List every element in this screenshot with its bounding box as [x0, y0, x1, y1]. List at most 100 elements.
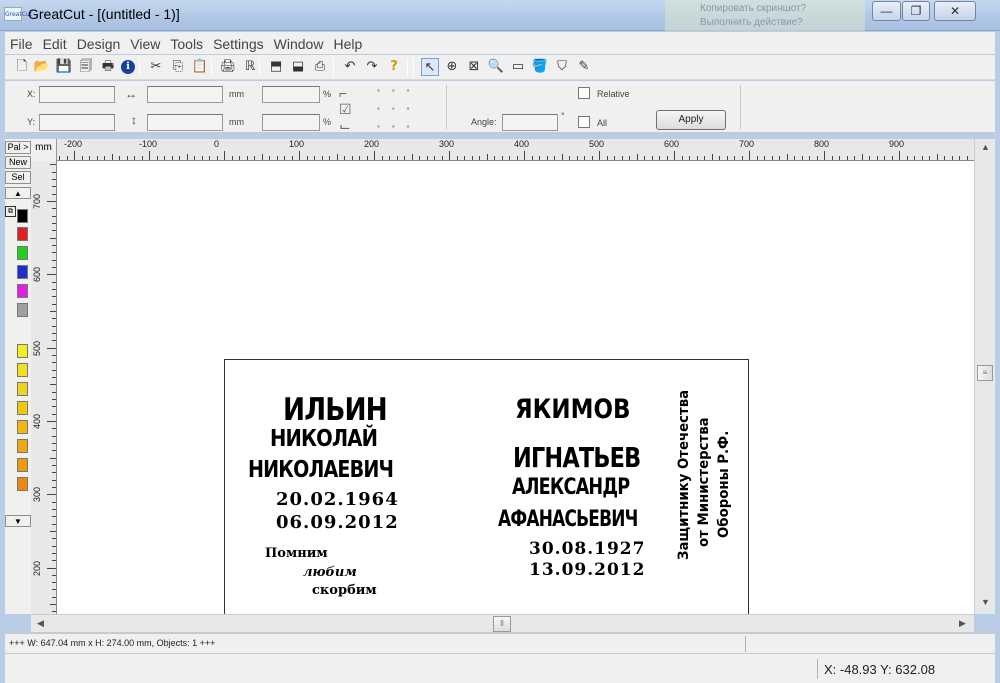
y-input[interactable] — [39, 114, 115, 131]
x-input[interactable] — [39, 86, 115, 103]
ruler-tick — [794, 156, 795, 160]
measure-icon[interactable]: ▭ — [509, 58, 527, 76]
select-layer-button[interactable]: Sel — [5, 171, 31, 184]
color-swatch[interactable] — [17, 420, 28, 434]
color-swatch[interactable] — [17, 439, 28, 453]
palette-button[interactable]: Pal > — [5, 141, 31, 154]
color-swatch[interactable] — [17, 265, 28, 279]
layer-copy-icon[interactable]: ⧉ — [5, 206, 16, 217]
apply-button[interactable]: Apply — [656, 110, 726, 130]
redo-icon[interactable]: ↷ — [363, 58, 381, 76]
fill-icon[interactable]: 🪣 — [531, 58, 549, 76]
zoom-icon[interactable]: 🔍 — [487, 58, 505, 76]
proportion-lock-icon[interactable]: ⌐ ☑ ⌙ — [339, 85, 352, 135]
vertical-scroll-thumb[interactable]: ≡ — [977, 365, 993, 381]
all-checkbox[interactable] — [578, 116, 590, 128]
palette-up-icon[interactable]: ▲ — [5, 187, 31, 199]
menu-window[interactable]: Window — [269, 32, 329, 52]
save-icon[interactable]: 💾 — [55, 58, 73, 76]
scroll-down-icon[interactable]: ▼ — [981, 597, 990, 607]
vertical-ruler: 700 600 500 400 300 200 — [31, 161, 57, 614]
ruler-tick — [47, 201, 56, 202]
new-layer-button[interactable]: New — [5, 156, 31, 169]
ruler-tick — [276, 156, 278, 160]
menu-design[interactable]: Design — [72, 32, 126, 52]
angle-input[interactable] — [502, 114, 558, 131]
palette-down-icon[interactable]: ▼ — [5, 515, 31, 527]
copy-icon[interactable]: ⎘ — [169, 58, 187, 76]
height-input[interactable] — [147, 114, 223, 131]
menu-view[interactable]: View — [125, 32, 165, 52]
color-swatch[interactable] — [17, 401, 28, 415]
plot-icon[interactable]: ⎙ — [311, 58, 329, 76]
horizontal-scrollbar[interactable]: ◀ ⦀ ▶ — [31, 614, 974, 632]
scroll-right-icon[interactable]: ▶ — [959, 618, 966, 629]
anchor-grid[interactable]: ▪▪▪ ▪▪▪ ▪▪▪ — [377, 86, 422, 131]
menu-edit[interactable]: Edit — [38, 32, 72, 52]
ruler-tick — [764, 156, 765, 160]
relative-checkbox[interactable] — [578, 87, 590, 99]
ruler-tick — [396, 156, 398, 160]
ruler-tick — [411, 154, 413, 160]
ruler-tick — [681, 156, 683, 160]
ruler-label: 600 — [664, 139, 680, 149]
color-swatch[interactable] — [17, 209, 28, 223]
died-right: 13.09.2012 — [529, 560, 646, 580]
color-swatch[interactable] — [17, 458, 28, 472]
help-icon[interactable]: ? — [385, 58, 403, 76]
new-document-icon[interactable]: 🗋 — [13, 58, 31, 76]
open-icon[interactable]: 📂 — [33, 58, 51, 76]
ruler-tick — [52, 582, 56, 584]
color-swatch[interactable] — [17, 303, 28, 317]
export-icon[interactable]: ⬓ — [289, 58, 307, 76]
ruler-tick — [209, 156, 210, 160]
crosshair-icon[interactable]: ⊕ — [443, 58, 461, 76]
ruler-tick — [50, 530, 56, 532]
ruler-tick — [786, 154, 788, 160]
menu-file[interactable]: File — [5, 32, 38, 52]
shield-icon[interactable]: ⛉ — [553, 58, 571, 76]
ruler-tick — [816, 156, 818, 160]
close-button[interactable]: ✕ — [934, 1, 976, 21]
ruler-tick — [921, 156, 923, 160]
zoom-frame-icon[interactable]: ⊠ — [465, 58, 483, 76]
height-percent-input[interactable] — [262, 114, 320, 131]
rename-icon[interactable]: ℝ — [241, 58, 259, 76]
select-arrow-icon[interactable]: ↖ — [421, 58, 439, 76]
minimize-button[interactable]: — — [872, 1, 901, 21]
cut-icon[interactable]: ✂ — [147, 58, 165, 76]
ruler-tick — [824, 151, 825, 160]
color-swatch[interactable] — [17, 363, 28, 377]
import-icon[interactable]: ⬒ — [267, 58, 285, 76]
color-swatch[interactable] — [17, 382, 28, 396]
width-input[interactable] — [147, 86, 223, 103]
menu-help[interactable]: Help — [328, 32, 367, 52]
horizontal-scroll-thumb[interactable]: ⦀ — [493, 616, 511, 632]
scroll-left-icon[interactable]: ◀ — [37, 618, 44, 629]
design-canvas[interactable]: ИЛЬИН НИКОЛАЙ НИКОЛАЕВИЧ 20.02.1964 06.0… — [57, 161, 974, 614]
design-document[interactable]: ИЛЬИН НИКОЛАЙ НИКОЛАЕВИЧ 20.02.1964 06.0… — [224, 359, 749, 614]
color-swatch[interactable] — [17, 477, 28, 491]
save-all-icon[interactable]: 🗐 — [77, 58, 95, 76]
ruler-unit[interactable]: mm — [31, 139, 57, 161]
preview-icon[interactable]: 🖶 — [99, 58, 117, 76]
paste-icon[interactable]: 📋 — [191, 58, 209, 76]
undo-icon[interactable]: ↶ — [341, 58, 359, 76]
eyedropper-icon[interactable]: ✎ — [575, 58, 593, 76]
ruler-tick — [50, 237, 56, 239]
color-swatch[interactable] — [17, 325, 28, 339]
color-swatch[interactable] — [17, 344, 28, 358]
menu-settings[interactable]: Settings — [208, 32, 269, 52]
info-icon[interactable]: ℹ — [121, 60, 135, 74]
menu-tools[interactable]: Tools — [165, 32, 208, 52]
color-swatch[interactable] — [17, 284, 28, 298]
scroll-up-icon[interactable]: ▲ — [981, 142, 990, 152]
width-percent-input[interactable] — [262, 86, 320, 103]
vertical-scrollbar[interactable]: ▲ ≡ ▼ — [974, 139, 995, 614]
print-icon[interactable]: 🖨 — [219, 58, 237, 76]
ruler-tick — [546, 156, 548, 160]
color-swatch[interactable] — [17, 246, 28, 260]
color-swatch[interactable] — [17, 227, 28, 241]
maximize-button[interactable]: ❐ — [902, 1, 930, 21]
name-left: НИКОЛАЙ — [270, 426, 378, 452]
